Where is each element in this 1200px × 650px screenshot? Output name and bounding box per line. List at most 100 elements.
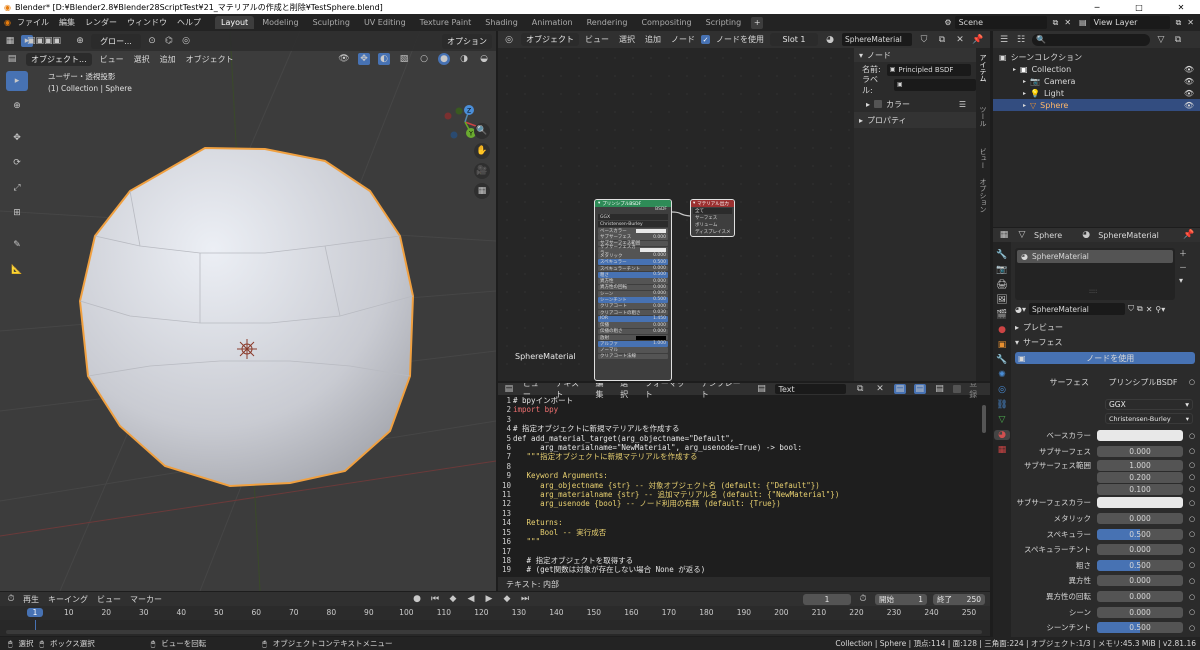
- principled-bsdf-node[interactable]: ▾ プリンシプルBSDF BSDF GGX Christensen-Burley …: [594, 199, 672, 381]
- timeline[interactable]: ⏱ 再生 キーイング ビュー マーカー ● ⏮ ◆ ◀ ▶ ◆ ⏭ 1 ⏱ 開始 1 終…: [0, 592, 990, 636]
- new-view-layer-icon[interactable]: ⧉: [1176, 18, 1182, 28]
- output-socket[interactable]: サーフェス: [691, 215, 734, 222]
- timeline-scrollbar[interactable]: [6, 630, 982, 634]
- outliner-item[interactable]: ▸ ▽ Sphere 👁: [993, 99, 1200, 111]
- mat-browse-icon[interactable]: ◕▾: [1015, 305, 1026, 314]
- output-tab-icon[interactable]: 🖨: [996, 280, 1007, 290]
- scene-tab-icon[interactable]: 🎬: [996, 310, 1007, 320]
- menu-item[interactable]: レンダー: [85, 17, 117, 28]
- scene-collection-row[interactable]: ▣ シーンコレクション: [993, 51, 1200, 63]
- text-editor[interactable]: ▤ ビュー テキスト 編集 選択 フォーマット テンプレート ▤ Text ⧉ ✕ ▤ ▤…: [498, 383, 990, 591]
- list-icon[interactable]: ☰: [959, 100, 966, 109]
- view-layer-tab-icon[interactable]: 🖼: [996, 295, 1007, 305]
- object-tab-icon[interactable]: ▣: [998, 340, 1007, 350]
- visibility-eye-icon[interactable]: 👁: [1184, 89, 1194, 98]
- menu-item[interactable]: 編集: [59, 17, 75, 28]
- overlay-toggle-icon[interactable]: ◐: [378, 53, 390, 65]
- jump-end-icon[interactable]: ⏭: [519, 593, 531, 605]
- editor-type-icon[interactable]: ▦: [4, 35, 16, 47]
- value-field[interactable]: 0.500: [1097, 528, 1183, 540]
- jump-start-icon[interactable]: ⏮: [429, 593, 441, 605]
- material-datablock-field[interactable]: SphereMaterial: [1029, 303, 1125, 315]
- snap-icon[interactable]: ⌬: [163, 35, 175, 47]
- word-wrap-icon[interactable]: ▤: [913, 384, 926, 394]
- bsdf-input-row[interactable]: クリアコートの粗さ 0.030: [598, 309, 668, 316]
- outliner[interactable]: ☰ ☷ 🔍 ▽ ⧉ ▣ シーンコレクション ▸ ▣ Collection 👁 ▸ 📷 Cam…: [993, 31, 1200, 227]
- preview-panel-header[interactable]: ▸ プレビュー: [1011, 320, 1200, 334]
- maximize-button[interactable]: □: [1120, 3, 1158, 12]
- workspace-tab[interactable]: Animation: [526, 16, 579, 29]
- bsdf-input-row[interactable]: ノーマル: [598, 347, 668, 353]
- socket-icon[interactable]: ○: [1189, 561, 1195, 569]
- next-keyframe-icon[interactable]: ◆: [501, 593, 513, 605]
- start-frame-field[interactable]: 開始 1: [875, 593, 927, 605]
- menu-item[interactable]: ヘルプ: [177, 17, 201, 28]
- expand-arrow-icon[interactable]: ▸: [1023, 78, 1026, 85]
- expand-arrow-icon[interactable]: ▸: [1023, 90, 1026, 97]
- text-name-field[interactable]: Text: [775, 384, 847, 394]
- visibility-icon[interactable]: 👁: [338, 53, 350, 65]
- bsdf-input-row[interactable]: スペキュラーチント 0.000: [598, 265, 668, 272]
- outliner-search[interactable]: 🔍: [1032, 33, 1150, 46]
- value-field[interactable]: 0.100: [1097, 483, 1183, 495]
- expand-arrow-icon[interactable]: ▸: [1023, 102, 1026, 109]
- node-section-header[interactable]: ▾ ノード: [854, 48, 976, 62]
- color-swatch[interactable]: [1097, 430, 1183, 442]
- outliner-type-icon[interactable]: ☰: [998, 34, 1010, 46]
- gizmo-toggle-icon[interactable]: ✥: [358, 53, 370, 65]
- value-field[interactable]: 0.000: [1097, 513, 1183, 525]
- value-field[interactable]: 1.000: [1097, 459, 1183, 471]
- bsdf-input-row[interactable]: IOR 1.450: [598, 315, 668, 322]
- timeline-menu-item[interactable]: 再生: [23, 594, 39, 605]
- timeline-menu-item[interactable]: キーイング: [48, 594, 88, 605]
- slot-specials-icon[interactable]: ▾: [1179, 276, 1187, 285]
- add-workspace-button[interactable]: +: [751, 16, 764, 29]
- socket-icon[interactable]: ○: [1189, 624, 1195, 632]
- move-icon[interactable]: ✥: [6, 128, 28, 148]
- value-field[interactable]: 0.500: [1097, 559, 1183, 571]
- shading-wire-icon[interactable]: ○: [418, 53, 430, 65]
- workspace-tab[interactable]: Scripting: [700, 16, 748, 29]
- expand-arrow-icon[interactable]: ▸: [1013, 66, 1016, 73]
- socket-icon[interactable]: ○: [1189, 530, 1195, 538]
- particles-tab-icon[interactable]: ✺: [998, 370, 1006, 380]
- line-numbers-icon[interactable]: ▤: [893, 384, 906, 394]
- sidebar-tab[interactable]: ツール: [978, 106, 988, 127]
- mat-duplicate-icon[interactable]: ⧉: [1137, 304, 1143, 314]
- bsdf-distribution[interactable]: GGX: [598, 214, 668, 220]
- output-socket[interactable]: ディスプレイスメント: [691, 229, 734, 236]
- value-field[interactable]: 0.200: [1097, 471, 1183, 483]
- render-tab-icon[interactable]: 📷: [996, 265, 1007, 275]
- workspace-tab[interactable]: Shading: [479, 16, 524, 29]
- color-swatch[interactable]: [1097, 497, 1183, 509]
- properties-type-icon[interactable]: ▦: [998, 229, 1010, 241]
- socket-icon[interactable]: ○: [1189, 485, 1195, 493]
- use-nodes-button[interactable]: ▣ ノードを使用: [1015, 352, 1195, 364]
- tool-tab-icon[interactable]: 🔧: [996, 250, 1007, 260]
- visibility-eye-icon[interactable]: 👁: [1184, 65, 1194, 74]
- mat-link-icon[interactable]: ⚲▾: [1155, 305, 1165, 314]
- socket-icon[interactable]: ○: [1189, 461, 1195, 469]
- minimize-button[interactable]: ─: [1078, 3, 1116, 12]
- shading-render-icon[interactable]: ◒: [478, 53, 490, 65]
- text-datablock-icon[interactable]: ▤: [756, 384, 768, 394]
- play-reverse-icon[interactable]: ◀: [465, 593, 477, 605]
- bsdf-input-row[interactable]: クリアコート法線: [598, 353, 668, 359]
- delete-view-layer-icon[interactable]: ✕: [1187, 18, 1194, 27]
- surface-socket-icon[interactable]: ○: [1189, 378, 1195, 386]
- select-box-icon[interactable]: ▸: [6, 71, 28, 91]
- close-text-icon[interactable]: ✕: [874, 384, 886, 394]
- surface-panel-header[interactable]: ▾ サーフェス: [1011, 335, 1200, 349]
- shading-material-icon[interactable]: ◑: [458, 53, 470, 65]
- workspace-tab[interactable]: Sculpting: [307, 16, 356, 29]
- socket-icon[interactable]: ○: [1189, 447, 1195, 455]
- options-dropdown[interactable]: オプション: [442, 33, 492, 49]
- properties-subpanel[interactable]: ▸ プロパティ: [854, 112, 976, 128]
- outliner-item[interactable]: ▸ ▣ Collection 👁: [993, 63, 1200, 75]
- mat-fake-user-icon[interactable]: ⛉: [1128, 304, 1134, 314]
- rotate-icon[interactable]: ⟳: [6, 153, 28, 173]
- viewport-menu-item[interactable]: 選択: [134, 54, 150, 65]
- sidebar-tab[interactable]: ビュー: [978, 148, 988, 169]
- workspace-tab[interactable]: UV Editing: [358, 16, 412, 29]
- modifier-tab-icon[interactable]: 🔧: [996, 355, 1007, 365]
